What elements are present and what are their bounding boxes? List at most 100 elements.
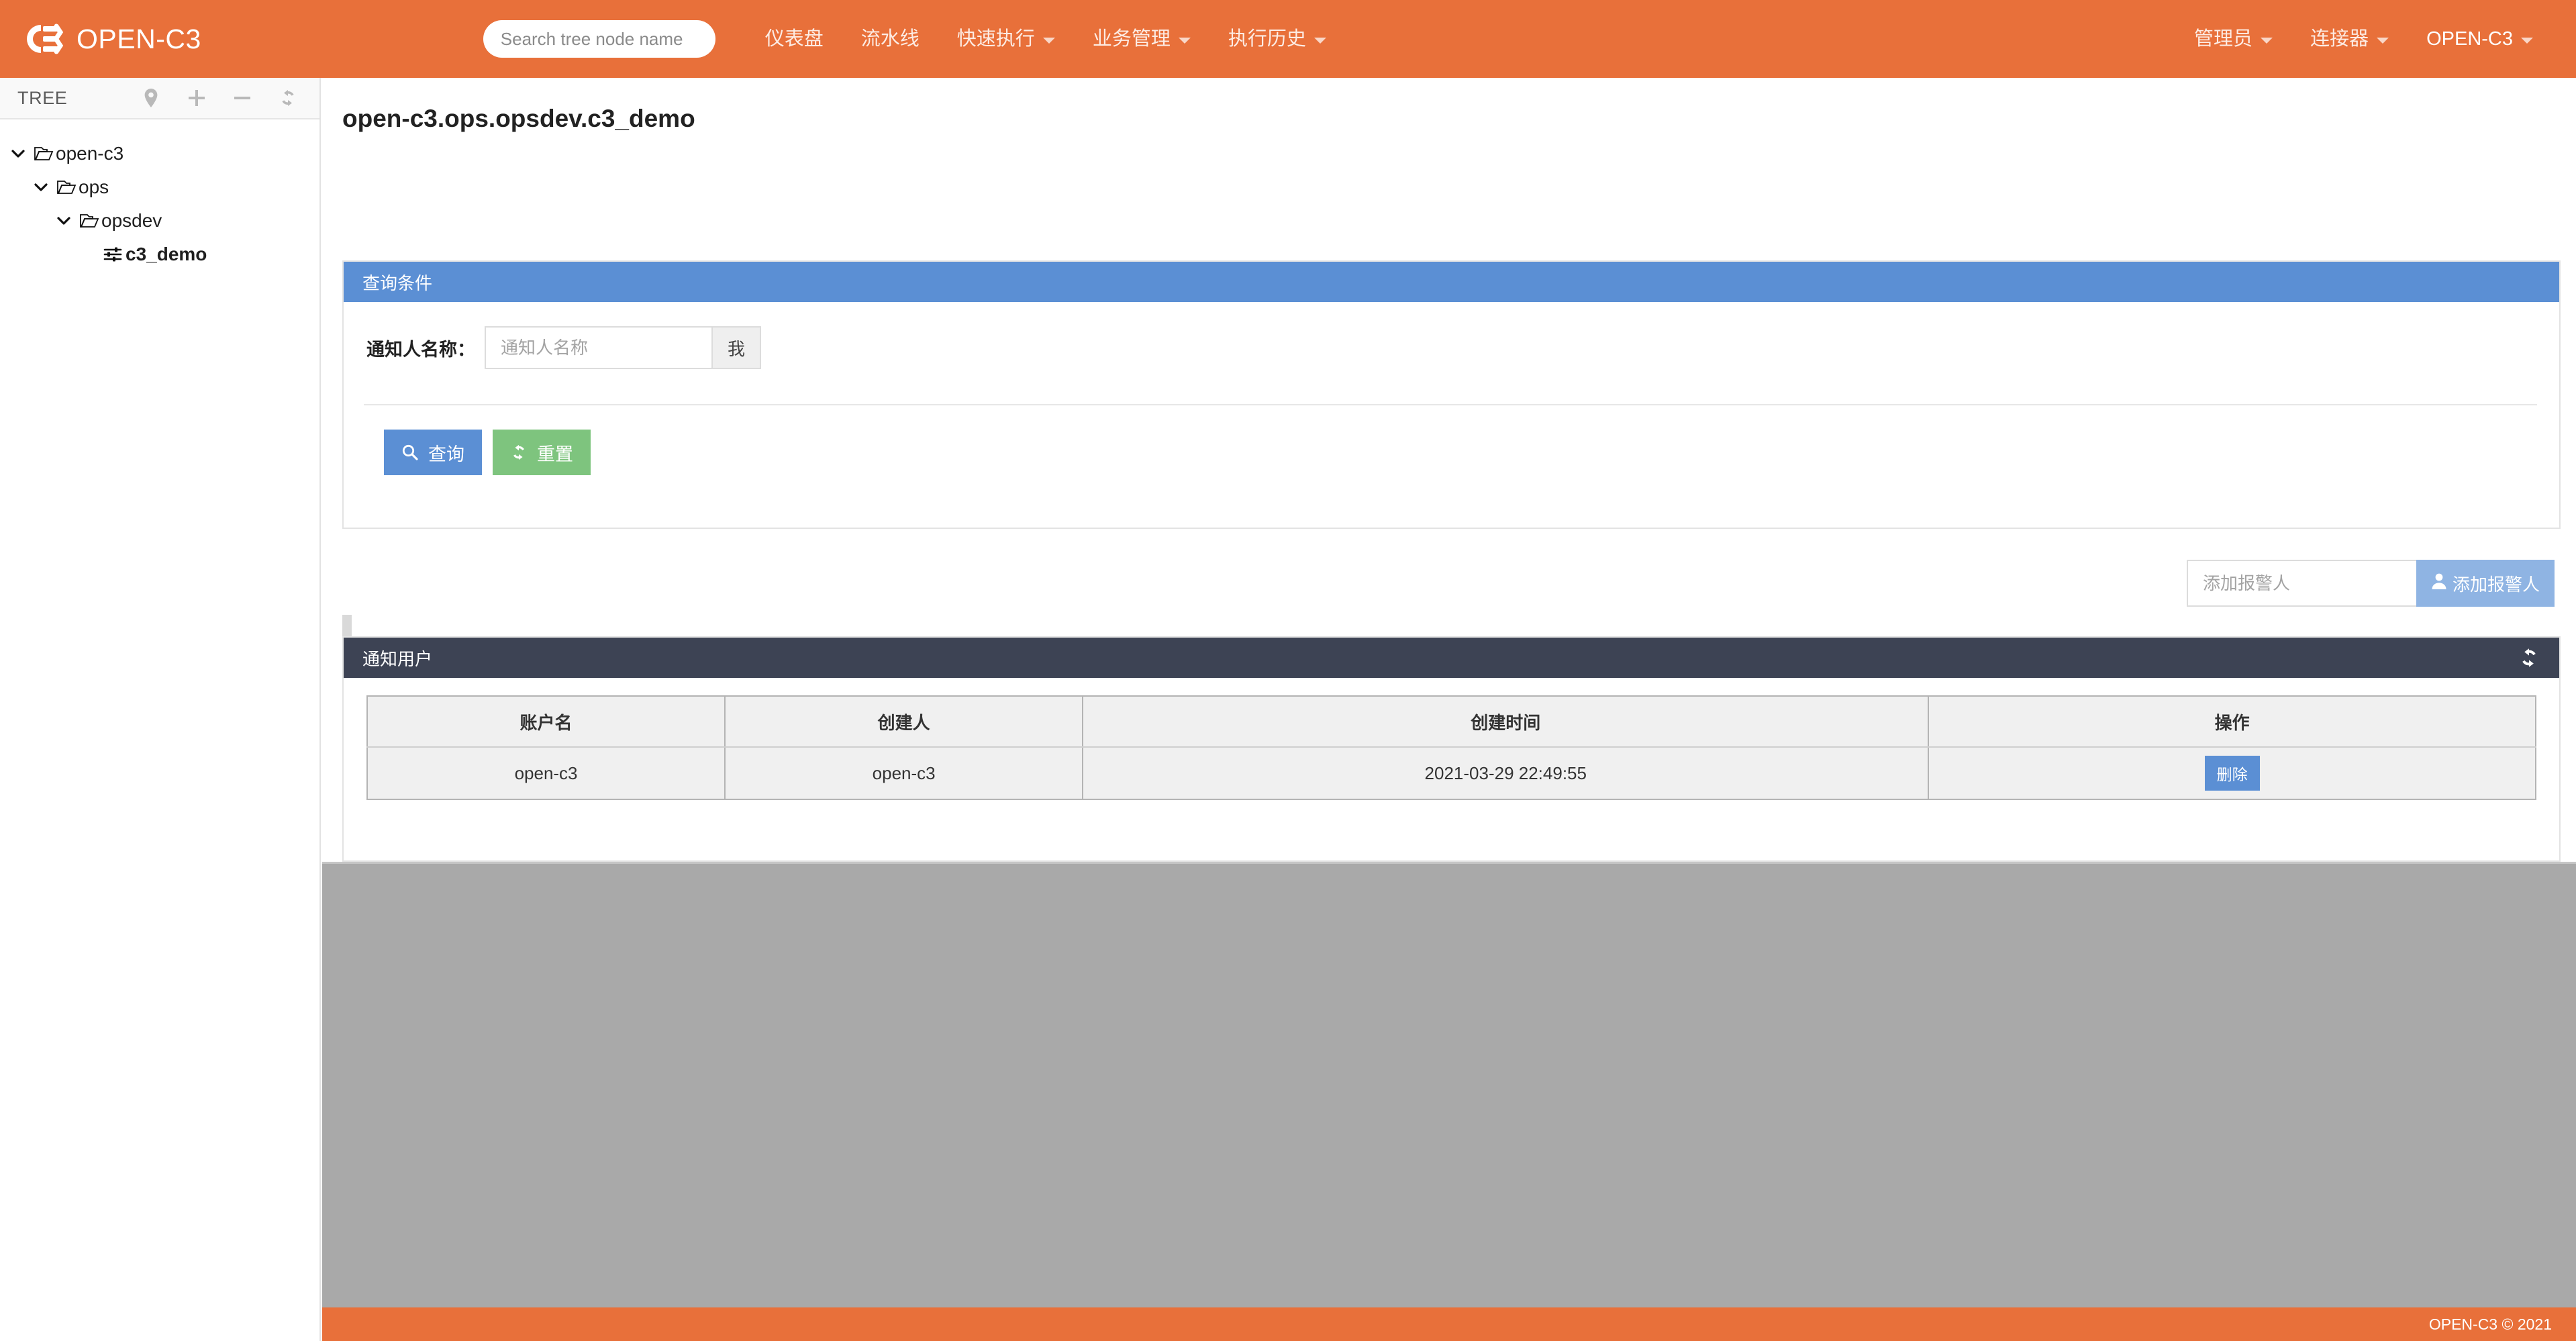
empty-gray-area xyxy=(322,862,2576,1318)
folder-open-icon xyxy=(56,179,77,196)
query-conditions-panel: 查询条件 通知人名称： 我 查询 xyxy=(342,260,2561,529)
nav-label: 业务管理 xyxy=(1093,0,1171,78)
notify-panel-tools xyxy=(2518,646,2540,669)
panel-drag-handle[interactable] xyxy=(342,615,352,639)
tree-node-label: ops xyxy=(79,177,109,198)
nav-item-connector[interactable]: 连接器 xyxy=(2291,0,2408,78)
chevron-down-icon xyxy=(2261,38,2273,44)
search-button[interactable]: 查询 xyxy=(384,430,482,475)
cell-created-at: 2021-03-29 22:49:55 xyxy=(1083,747,1928,799)
plus-icon[interactable] xyxy=(187,88,207,108)
tree-panel-title: TREE xyxy=(17,88,67,109)
sliders-icon xyxy=(103,246,123,263)
map-pin-icon[interactable] xyxy=(141,88,161,108)
main-content: open-c3.ops.opsdev.c3_demo 查询条件 通知人名称： 我 xyxy=(322,78,2576,1341)
nav-label: 仪表盘 xyxy=(765,0,824,78)
table-body: open-c3 open-c3 2021-03-29 22:49:55 删除 xyxy=(367,747,2536,799)
nav-item-admin[interactable]: 管理员 xyxy=(2175,0,2291,78)
chevron-down-icon[interactable] xyxy=(32,179,50,196)
search-button-label: 查询 xyxy=(428,440,464,466)
search-icon xyxy=(401,444,419,461)
table-header-row: 账户名 创建人 创建时间 操作 xyxy=(367,696,2536,747)
reset-button-label: 重置 xyxy=(537,440,573,466)
refresh-icon xyxy=(510,444,528,461)
add-alarm-person-button-label: 添加报警人 xyxy=(2453,571,2540,596)
nav-item-quick-exec[interactable]: 快速执行 xyxy=(938,0,1074,78)
folder-open-icon xyxy=(34,145,54,162)
notifier-name-label: 通知人名称： xyxy=(366,335,475,361)
brand-logo-link[interactable]: OPEN-C3 xyxy=(23,22,201,56)
chevron-down-icon xyxy=(2521,38,2533,44)
notify-users-panel: 通知用户 账户名 创建人 创建时间 操作 xyxy=(342,636,2561,862)
nav-label: OPEN-C3 xyxy=(2426,0,2513,78)
column-header-action: 操作 xyxy=(1928,696,2536,747)
chevron-down-icon xyxy=(1179,38,1191,44)
chevron-down-icon xyxy=(1043,38,1055,44)
query-panel-title: 查询条件 xyxy=(362,270,432,295)
notify-panel-header: 通知用户 xyxy=(344,638,2559,678)
me-button[interactable]: 我 xyxy=(711,326,761,369)
query-panel-body: 通知人名称： 我 查询 xyxy=(344,302,2559,369)
refresh-icon[interactable] xyxy=(2518,646,2540,669)
chevron-down-icon xyxy=(1314,38,1326,44)
notify-users-table-wrap: 账户名 创建人 创建时间 操作 open-c3 open-c3 2021-03-… xyxy=(344,678,2559,800)
nav-label: 流水线 xyxy=(861,0,920,78)
notifier-name-input[interactable] xyxy=(485,326,711,369)
query-panel-header: 查询条件 xyxy=(344,262,2559,302)
tree-header: TREE xyxy=(0,78,319,119)
tree-node-open-c3[interactable]: open-c3 xyxy=(0,137,319,170)
tree-node-opsdev[interactable]: opsdev xyxy=(0,204,319,238)
tree-sidebar: TREE open-c3 xyxy=(0,78,321,1341)
c3-logo-icon xyxy=(23,22,64,56)
primary-nav: 仪表盘 流水线 快速执行 业务管理 执行历史 xyxy=(746,0,1345,78)
page-title: open-c3.ops.opsdev.c3_demo xyxy=(342,105,695,133)
folder-open-icon xyxy=(79,212,99,230)
chevron-down-icon xyxy=(2377,38,2389,44)
footer-copyright: OPEN-C3 © 2021 xyxy=(2429,1315,2552,1334)
nav-item-user-menu[interactable]: OPEN-C3 xyxy=(2408,0,2552,78)
delete-button[interactable]: 删除 xyxy=(2205,756,2260,791)
user-icon xyxy=(2431,573,2447,595)
brand-title: OPEN-C3 xyxy=(77,23,201,55)
nav-item-dashboard[interactable]: 仪表盘 xyxy=(746,0,842,78)
nav-label: 管理员 xyxy=(2194,0,2252,78)
search-input[interactable] xyxy=(483,20,715,58)
nav-item-pipeline[interactable]: 流水线 xyxy=(842,0,938,78)
query-actions: 查询 重置 xyxy=(384,430,591,475)
nav-label: 执行历史 xyxy=(1228,0,1306,78)
tree-node-label: open-c3 xyxy=(56,143,123,164)
tree-search-wrap xyxy=(483,20,715,58)
tree-body: open-c3 ops opsdev c3_demo xyxy=(0,119,319,271)
page-footer: OPEN-C3 © 2021 xyxy=(322,1307,2576,1341)
chevron-down-icon[interactable] xyxy=(9,145,27,162)
table-row: open-c3 open-c3 2021-03-29 22:49:55 删除 xyxy=(367,747,2536,799)
column-header-creator: 创建人 xyxy=(725,696,1083,747)
nav-item-exec-history[interactable]: 执行历史 xyxy=(1209,0,1345,78)
chevron-down-icon[interactable] xyxy=(55,212,72,230)
table-head: 账户名 创建人 创建时间 操作 xyxy=(367,696,2536,747)
content-area: open-c3.ops.opsdev.c3_demo 查询条件 通知人名称： 我 xyxy=(322,78,2576,862)
nav-item-business-mgmt[interactable]: 业务管理 xyxy=(1074,0,1209,78)
tree-node-c3-demo[interactable]: c3_demo xyxy=(0,238,319,271)
tree-node-ops[interactable]: ops xyxy=(0,170,319,204)
cell-action: 删除 xyxy=(1928,747,2536,799)
notifier-name-row: 通知人名称： 我 xyxy=(366,302,2559,369)
add-alarm-person-button[interactable]: 添加报警人 xyxy=(2416,560,2555,607)
top-navbar: OPEN-C3 仪表盘 流水线 快速执行 业务管理 执行历史 管理员 连接器 xyxy=(0,0,2576,78)
reset-button[interactable]: 重置 xyxy=(493,430,591,475)
secondary-nav: 管理员 连接器 OPEN-C3 xyxy=(2175,0,2552,78)
add-alarm-person-input[interactable] xyxy=(2187,560,2416,607)
add-alarm-person-row: 添加报警人 xyxy=(2187,560,2555,607)
cell-creator: open-c3 xyxy=(725,747,1083,799)
refresh-icon[interactable] xyxy=(278,88,298,108)
nav-label: 快速执行 xyxy=(957,0,1035,78)
column-header-created-at: 创建时间 xyxy=(1083,696,1928,747)
notify-panel-title: 通知用户 xyxy=(362,646,432,670)
tree-node-label: opsdev xyxy=(101,210,162,232)
tree-node-label: c3_demo xyxy=(126,244,207,265)
cell-account: open-c3 xyxy=(367,747,725,799)
minus-icon[interactable] xyxy=(232,88,252,108)
notifier-name-input-group: 我 xyxy=(485,326,761,369)
form-divider xyxy=(364,404,2537,405)
column-header-account: 账户名 xyxy=(367,696,725,747)
